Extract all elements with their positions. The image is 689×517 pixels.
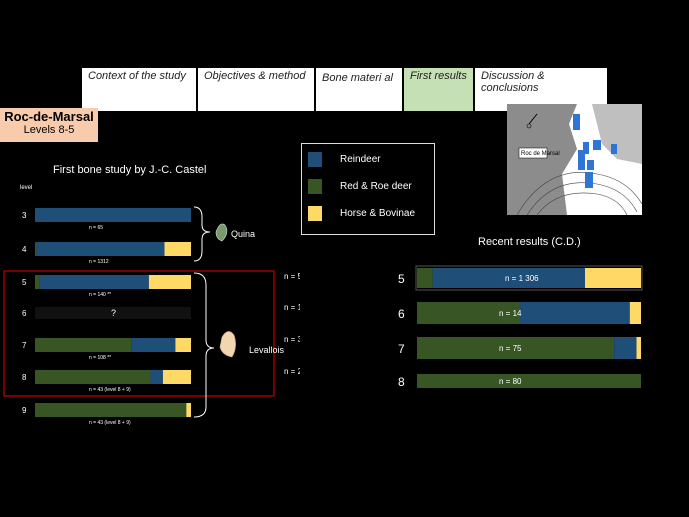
bar-segment-red-roe-deer <box>417 268 433 288</box>
bar-segment-horse-bovinae <box>585 268 641 288</box>
bar-segment-red-roe-deer <box>35 275 40 289</box>
bar-segment-horse-bovinae <box>162 370 191 384</box>
level-label: 3 <box>22 211 27 220</box>
levallois-label: Levallois <box>249 345 285 355</box>
bar-n-label: n = 75 <box>499 344 522 353</box>
bar-segment-reindeer <box>520 302 630 324</box>
site-map-drawing: Roc de Marsal <box>507 104 643 216</box>
tab-context[interactable]: Context of the study <box>81 67 197 112</box>
bar-segment-horse-bovinae <box>636 337 641 359</box>
legend-swatch-horse-bovinae <box>308 206 322 221</box>
left-chart: 3 n = 65 4 n = 1312 5 n = 140 ** n = 5428 6? n =… <box>3 206 300 426</box>
quina-label: Quina <box>231 229 255 239</box>
bar-segment-horse-bovinae <box>186 403 191 417</box>
quina-bracket <box>193 206 211 262</box>
right-chart: 5 n = 1 306 6 n = 14 7 n = 75 8 n = 80 <box>398 265 643 389</box>
level-label: 5 <box>22 278 27 287</box>
quina-tool-icon <box>215 223 228 242</box>
bar-n-label: n = 43 (level 8 + 9) <box>89 420 131 426</box>
bar-n-label: n = 140 ** <box>89 292 111 298</box>
total-count-label: n = 5428 <box>284 272 300 281</box>
site-box: Roc-de-Marsal Levels 8-5 <box>0 108 98 142</box>
total-count-label: n = 2605 <box>284 367 300 376</box>
tab-bone-material[interactable]: Bone materi al <box>315 67 403 112</box>
legend-swatch-reindeer <box>308 152 322 167</box>
tab-first-results[interactable]: First results <box>403 67 474 112</box>
site-map: Roc de Marsal <box>507 104 643 216</box>
bar-segment-reindeer <box>39 275 149 289</box>
site-levels: Levels 8-5 <box>23 124 75 136</box>
levallois-tool-icon <box>219 331 236 358</box>
legend-label: Reindeer <box>340 154 381 165</box>
legend-label: Horse & Bovinae <box>340 208 416 219</box>
bar-segment-reindeer <box>150 370 163 384</box>
bar-segment-reindeer <box>36 242 165 256</box>
map-label: Roc de Marsal <box>521 151 560 157</box>
level-label: 5 <box>398 272 405 286</box>
bar-segment-horse-bovinae <box>164 242 191 256</box>
level-label: 7 <box>398 342 405 356</box>
bar-segment-reindeer <box>35 208 191 222</box>
bar-n-label: n = 1312 <box>89 259 109 265</box>
tab-objectives[interactable]: Objectives & method <box>197 67 315 112</box>
bar-n-label: n = 65 <box>89 225 103 231</box>
bar-segment-red-roe-deer <box>417 374 641 388</box>
site-title: Roc-de-Marsal <box>4 109 94 124</box>
bar-segment-reindeer <box>614 337 637 359</box>
legend-label: Red & Roe deer <box>340 181 412 192</box>
level-label: 7 <box>22 341 27 350</box>
total-count-label: n = 1232 <box>284 303 300 312</box>
legend-swatch-red-roe-deer <box>308 179 322 194</box>
level-label: 9 <box>22 406 27 415</box>
bar-segment-red-roe-deer <box>35 403 187 417</box>
first-study-title: First bone study by J.-C. Castel <box>53 164 207 176</box>
bar-n-label: n = 1 306 <box>505 274 539 283</box>
bar-n-label: ? <box>111 308 116 318</box>
bar-n-label: n = 80 <box>499 377 522 386</box>
left-ylabel: level <box>20 185 33 191</box>
legend: Reindeer Red & Roe deer Horse & Bovinae <box>301 143 435 235</box>
level-label: 6 <box>22 309 27 318</box>
bar-segment-reindeer <box>131 338 176 352</box>
bar-segment-red-roe-deer <box>35 338 132 352</box>
bar-n-label: n = 14 <box>499 309 522 318</box>
level-label: 8 <box>22 373 27 382</box>
level-label: 4 <box>22 245 27 254</box>
level-label: 8 <box>398 375 405 389</box>
total-count-label: n = 3607 <box>284 335 300 344</box>
bar-n-label: n = 43 (level 8 + 9) <box>89 387 131 393</box>
bar-segment-red-roe-deer <box>35 242 37 256</box>
bar-segment-horse-bovinae <box>629 302 641 324</box>
recent-results-title: Recent results (C.D.) <box>478 236 581 248</box>
bar-segment-horse-bovinae <box>175 338 191 352</box>
bar-segment-horse-bovinae <box>148 275 191 289</box>
bar-n-label: n = 108 ** <box>89 355 111 361</box>
bar-segment-red-roe-deer <box>35 370 151 384</box>
level-label: 6 <box>398 307 405 321</box>
levallois-bracket <box>193 272 215 418</box>
